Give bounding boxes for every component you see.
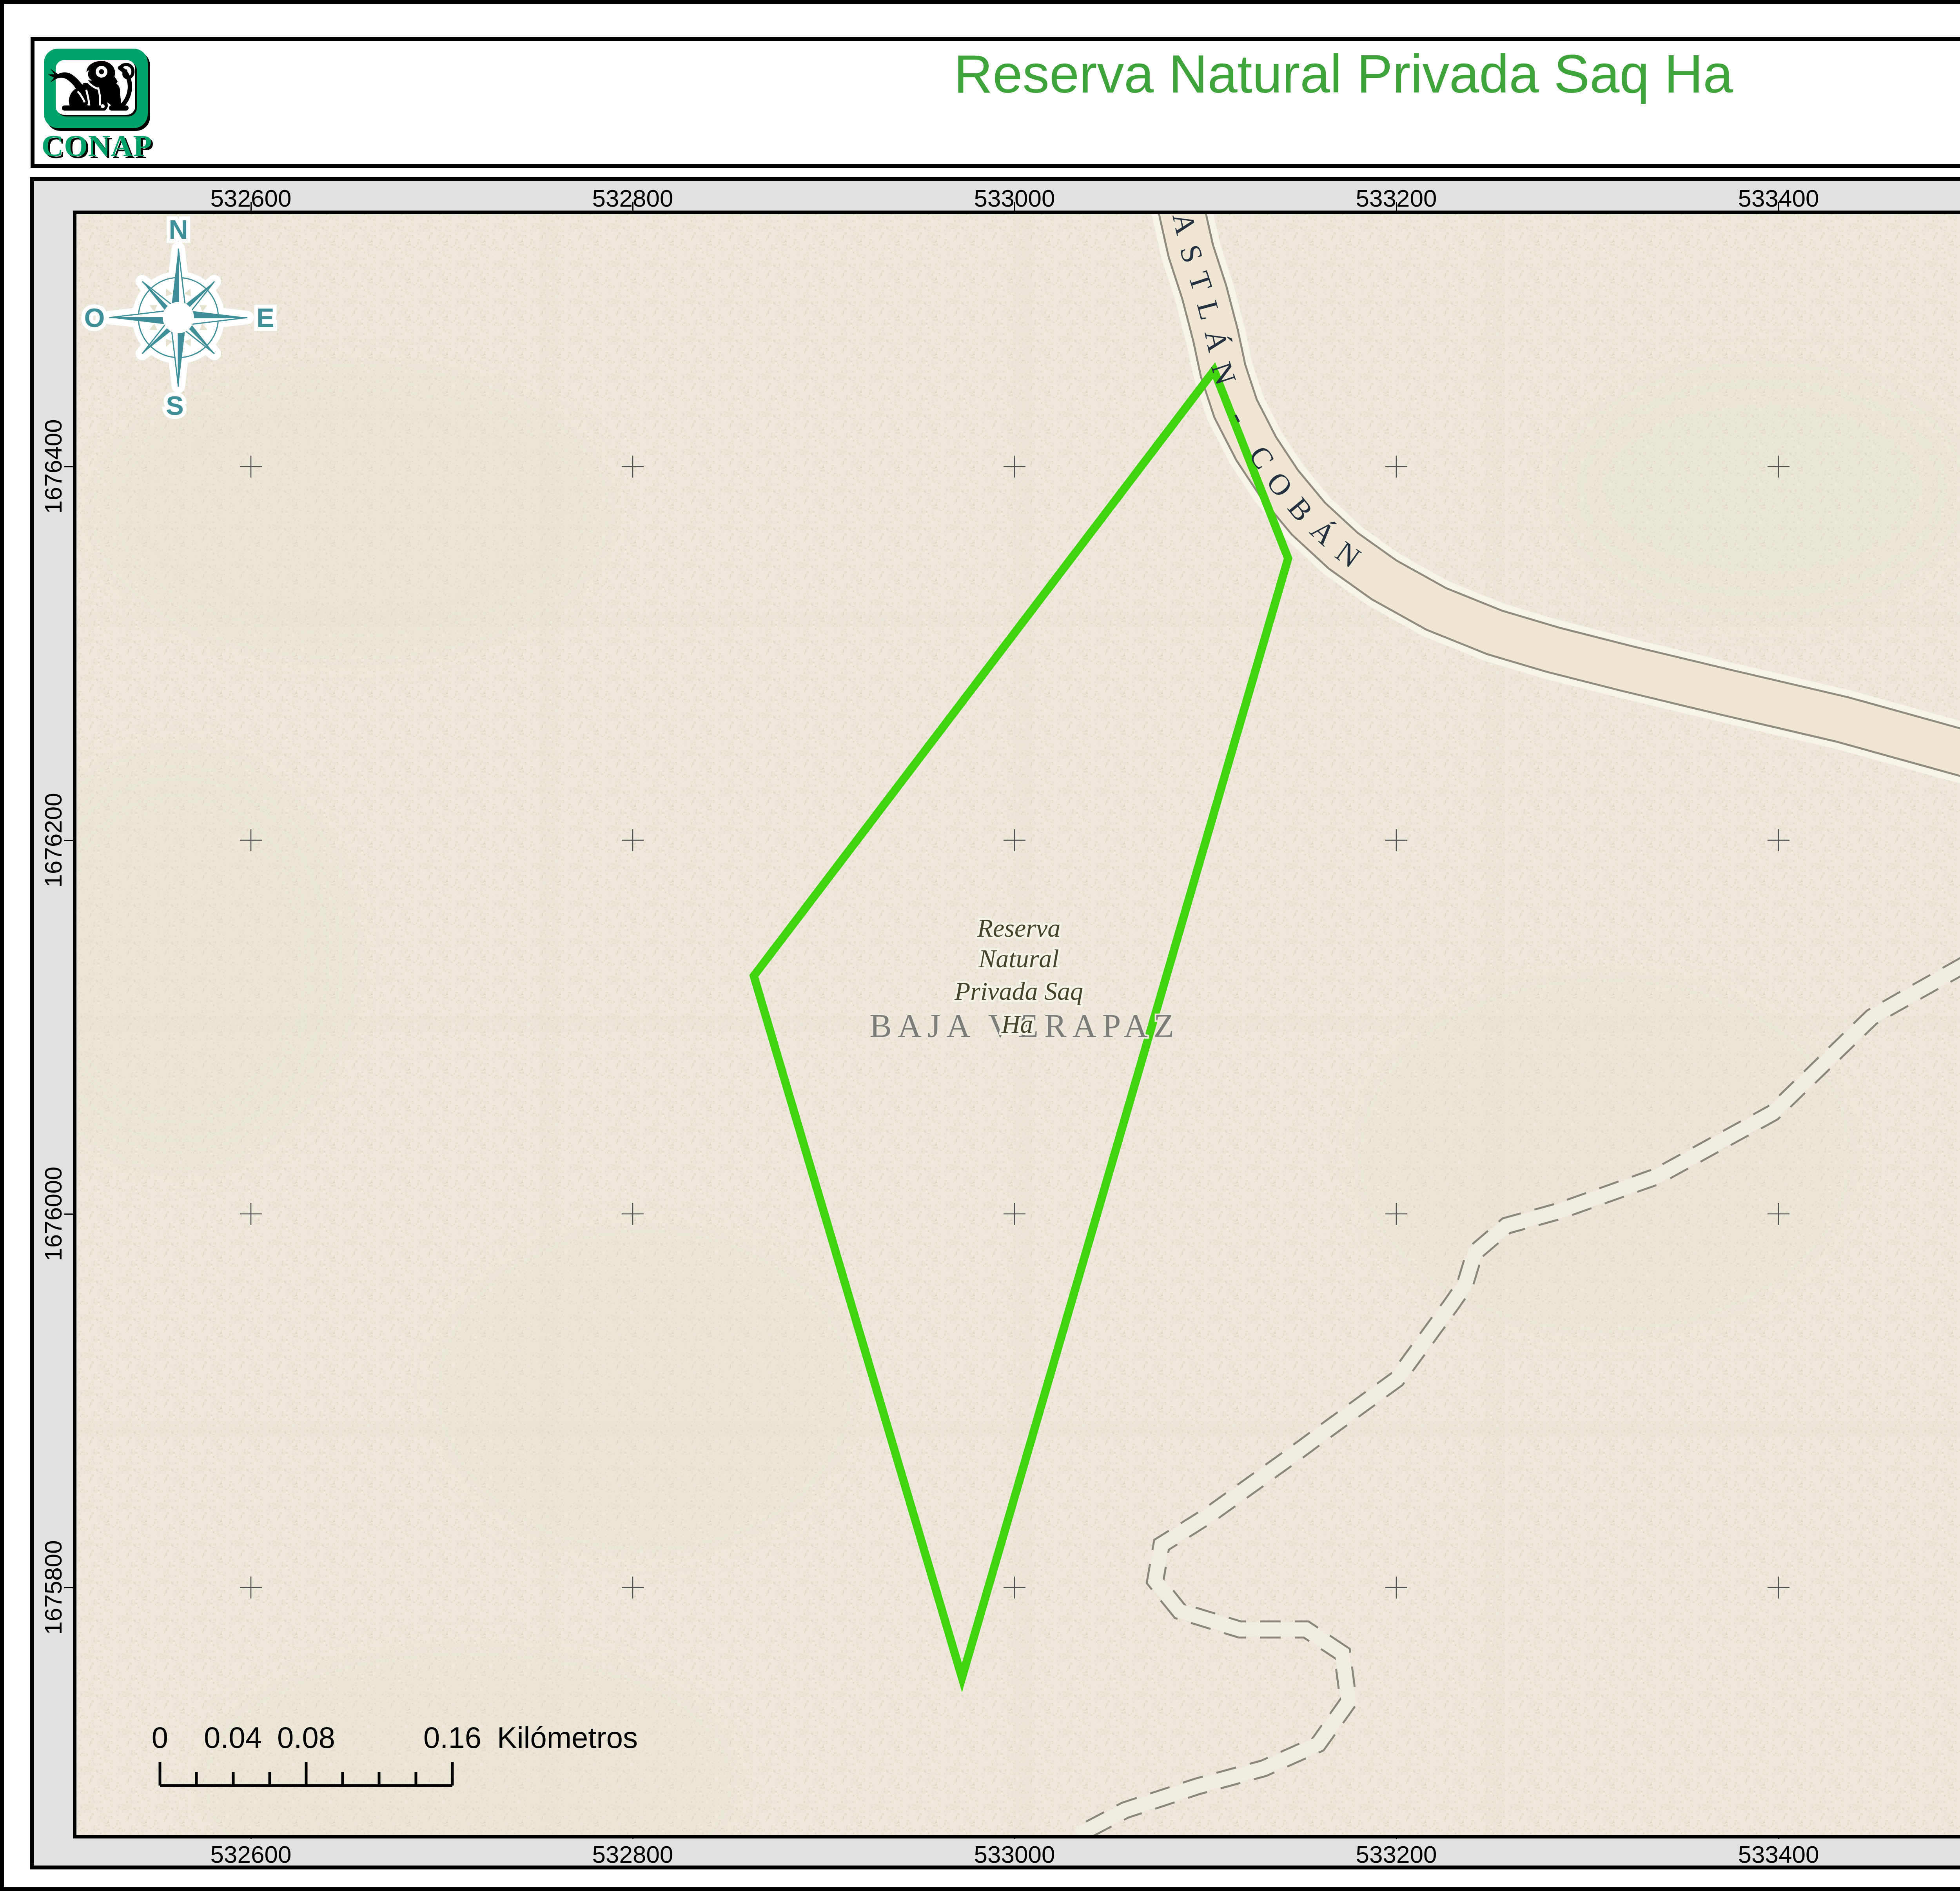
svg-text:0.16: 0.16 — [423, 1721, 481, 1754]
svg-text:CONAP: CONAP — [42, 129, 152, 163]
svg-text:S: S — [166, 391, 183, 420]
svg-text:Natural: Natural — [978, 944, 1059, 973]
svg-text:O: O — [84, 303, 105, 332]
svg-text:0.04: 0.04 — [204, 1721, 262, 1754]
svg-text:0.08: 0.08 — [277, 1721, 335, 1754]
svg-text:E: E — [256, 303, 274, 332]
svg-text:N: N — [169, 214, 188, 244]
svg-text:Privada Saq: Privada Saq — [954, 977, 1083, 1005]
svg-text:Kilómetros: Kilómetros — [497, 1721, 638, 1754]
svg-text:0: 0 — [152, 1721, 168, 1754]
svg-text:Reserva: Reserva — [977, 914, 1061, 942]
svg-text:Ha: Ha — [1001, 1010, 1033, 1038]
